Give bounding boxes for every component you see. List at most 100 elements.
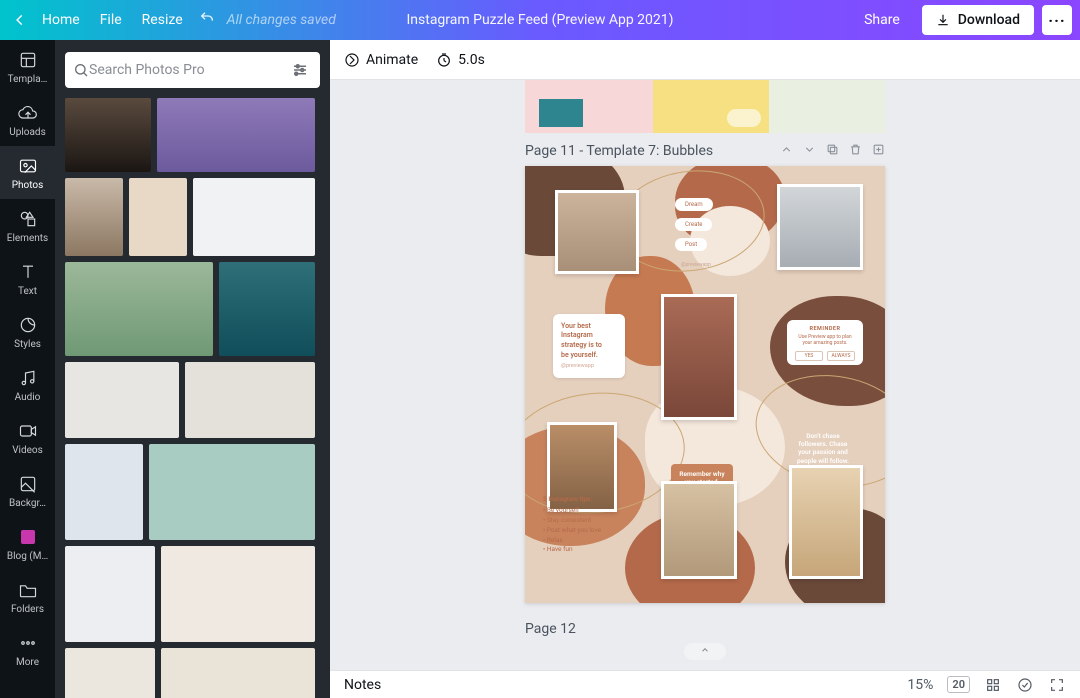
animate-label: Animate <box>366 52 418 68</box>
grid-view-button[interactable] <box>984 676 1002 694</box>
rail-elements-label: Elements <box>7 233 48 244</box>
rail-audio[interactable]: Audio <box>0 358 55 411</box>
search-input[interactable] <box>89 62 288 78</box>
rail-styles[interactable]: Styles <box>0 305 55 358</box>
page-down-button[interactable] <box>803 143 816 160</box>
animate-button[interactable]: Animate <box>344 52 418 68</box>
photo-thumb[interactable] <box>65 178 123 256</box>
photo-thumb[interactable] <box>161 648 315 698</box>
templates-icon <box>18 50 38 70</box>
canvas-image[interactable] <box>789 465 863 579</box>
back-button[interactable] <box>8 8 32 32</box>
menu-file[interactable]: File <box>100 12 122 28</box>
canvas-image[interactable] <box>777 184 863 270</box>
photos-panel <box>55 40 330 698</box>
grid-count[interactable]: 20 <box>947 676 970 693</box>
rail-templates[interactable]: Templa… <box>0 40 55 93</box>
clock-icon <box>436 52 452 68</box>
canvas-text[interactable]: Create <box>675 218 712 231</box>
rail-blog-label: Blog (M… <box>7 551 48 562</box>
photo-grid <box>65 98 320 698</box>
page-title[interactable]: Page 11 - Template 7: Bubbles <box>525 143 713 159</box>
page-add-button[interactable] <box>872 143 885 160</box>
photo-thumb[interactable] <box>65 648 155 698</box>
next-page-title[interactable]: Page 12 <box>525 621 885 637</box>
duration-label: 5.0s <box>458 52 485 68</box>
menu-home[interactable]: Home <box>42 12 80 28</box>
more-icon <box>18 633 38 653</box>
rail-uploads[interactable]: Uploads <box>0 93 55 146</box>
rail-videos[interactable]: Videos <box>0 411 55 464</box>
rail-photos[interactable]: Photos <box>0 146 55 199</box>
page-delete-button[interactable] <box>849 143 862 160</box>
canvas-image[interactable] <box>661 481 737 579</box>
search-input-wrap[interactable] <box>65 52 320 88</box>
canvas-image[interactable] <box>661 294 737 420</box>
undo-button[interactable] <box>199 10 215 30</box>
rail-uploads-label: Uploads <box>9 127 45 138</box>
overflow-menu-button[interactable]: ··· <box>1042 5 1072 35</box>
canvas-text[interactable]: Dream <box>675 198 713 211</box>
photo-thumb[interactable] <box>65 98 151 172</box>
top-bar: Home File Resize All changes saved Insta… <box>0 0 1080 40</box>
rail-blog[interactable]: Blog (M… <box>0 517 55 570</box>
page-up-button[interactable] <box>780 143 793 160</box>
zoom-level[interactable]: 15% <box>907 677 933 693</box>
rail-background[interactable]: Backgr… <box>0 464 55 517</box>
rail-more[interactable]: More <box>0 623 55 676</box>
photo-thumb[interactable] <box>219 262 315 356</box>
rail-elements[interactable]: Elements <box>0 199 55 252</box>
background-icon <box>18 474 38 494</box>
page-scroll-up[interactable] <box>684 643 726 660</box>
rail-background-label: Backgr… <box>9 498 46 509</box>
footer-bar: Notes 15% 20 <box>330 670 1080 698</box>
photo-thumb[interactable] <box>65 362 179 438</box>
folders-icon <box>18 580 38 600</box>
download-button[interactable]: Download <box>922 5 1034 35</box>
fullscreen-button[interactable] <box>1048 676 1066 694</box>
canvas-text[interactable]: 5 Instagram tips: • Be yourself • Stay c… <box>543 495 643 556</box>
notes-button[interactable]: Notes <box>344 677 381 693</box>
photo-thumb[interactable] <box>161 546 315 642</box>
rail-audio-label: Audio <box>15 392 41 403</box>
page-duplicate-button[interactable] <box>826 143 839 160</box>
rail-text[interactable]: Text <box>0 252 55 305</box>
document-title[interactable]: Instagram Puzzle Feed (Preview App 2021) <box>406 12 673 28</box>
rail-folders-label: Folders <box>11 604 44 615</box>
canvas-text[interactable]: @previewapp <box>681 262 711 268</box>
canvas-stage[interactable]: Page 11 - Template 7: Bubbles Dream Crea… <box>330 80 1080 670</box>
rail-styles-label: Styles <box>14 339 41 350</box>
help-button[interactable] <box>1016 676 1034 694</box>
rail-more-label: More <box>16 657 39 668</box>
share-button[interactable]: Share <box>850 6 914 34</box>
page-tools <box>780 143 885 160</box>
duration-button[interactable]: 5.0s <box>436 52 485 68</box>
prev-page-peek[interactable] <box>525 80 885 133</box>
photo-thumb[interactable] <box>65 262 213 356</box>
photo-thumb[interactable] <box>193 178 315 256</box>
photo-thumb[interactable] <box>149 444 315 540</box>
photo-thumb[interactable] <box>185 362 315 438</box>
photo-thumb[interactable] <box>157 98 315 172</box>
rail-photos-label: Photos <box>12 180 44 191</box>
search-icon <box>73 62 89 78</box>
canvas-image[interactable] <box>555 190 639 274</box>
text-icon <box>18 262 38 282</box>
videos-icon <box>18 421 38 441</box>
photo-thumb[interactable] <box>129 178 187 256</box>
rail-templates-label: Templa… <box>8 74 48 85</box>
menu-resize[interactable]: Resize <box>142 12 183 28</box>
audio-icon <box>18 368 38 388</box>
rail-folders[interactable]: Folders <box>0 570 55 623</box>
left-rail: Templa… Uploads Photos Elements Text Sty… <box>0 40 55 698</box>
page-header: Page 11 - Template 7: Bubbles <box>525 143 885 160</box>
filter-button[interactable] <box>288 61 312 79</box>
canvas-text[interactable]: Your best Instagram strategy is to be yo… <box>553 314 625 379</box>
canvas-text[interactable]: REMINDER Use Preview app to plan your am… <box>787 320 863 365</box>
photo-thumb[interactable] <box>65 444 143 540</box>
canvas-text[interactable]: Post <box>675 238 707 251</box>
blog-icon <box>21 530 35 544</box>
design-page[interactable]: Dream Create Post @previewapp Your best … <box>525 166 885 604</box>
uploads-icon <box>18 103 38 123</box>
photo-thumb[interactable] <box>65 546 155 642</box>
